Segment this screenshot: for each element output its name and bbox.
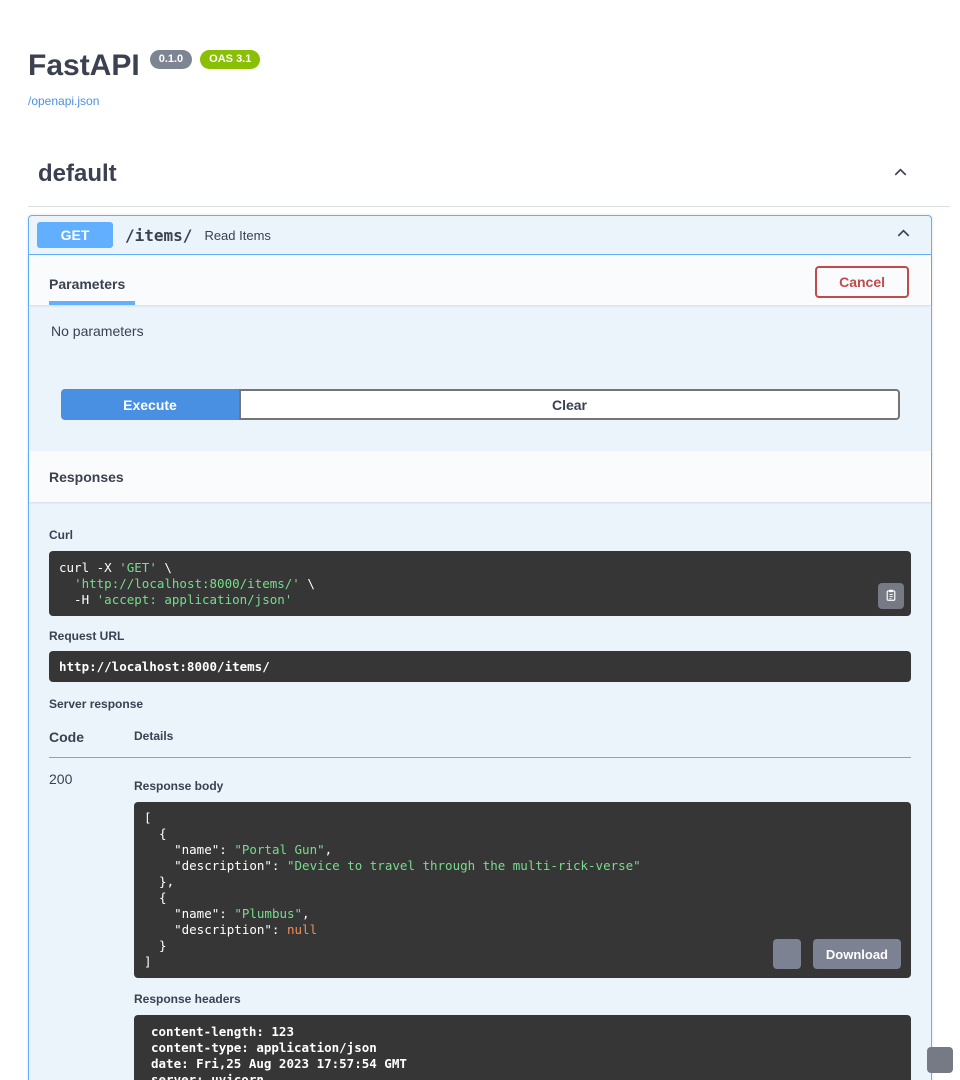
- copy-response-button[interactable]: [773, 939, 801, 969]
- responses-inner: Curl curl -X 'GET' \ 'http://localhost:8…: [29, 502, 931, 1080]
- code-column-header: Code: [49, 729, 134, 745]
- opblock-get-items: GET /items/ Read Items Parameters Cancel…: [28, 215, 932, 1080]
- curl-label: Curl: [49, 502, 911, 542]
- copy-curl-button[interactable]: [878, 583, 904, 609]
- status-code: 200: [49, 771, 134, 1080]
- curl-code-block: curl -X 'GET' \ 'http://localhost:8000/i…: [49, 551, 911, 616]
- tag-section-header[interactable]: default: [28, 160, 950, 207]
- tag-section-title: default: [38, 160, 117, 188]
- chevron-up-icon: [891, 163, 910, 185]
- response-table-header: Code Details: [49, 729, 911, 758]
- details-column-header: Details: [134, 729, 173, 745]
- swagger-ui-page: FastAPI 0.1.0 OAS 3.1 /openapi.json defa…: [0, 0, 960, 1080]
- response-body-block: [ { "name": "Portal Gun", "description":…: [134, 802, 911, 978]
- oas-badge: OAS 3.1: [200, 50, 260, 69]
- responses-section-header: Responses: [29, 451, 931, 502]
- response-details: Response body [ { "name": "Portal Gun", …: [134, 771, 911, 1080]
- api-info: FastAPI 0.1.0 OAS 3.1 /openapi.json: [0, 0, 960, 110]
- copy-curl-button[interactable]: [927, 1047, 953, 1073]
- opblock-summary[interactable]: GET /items/ Read Items: [29, 216, 931, 255]
- version-badge: 0.1.0: [150, 50, 192, 69]
- request-url-value: http://localhost:8000/items/: [49, 651, 911, 682]
- responses-header-label: Responses: [49, 469, 124, 485]
- response-headers-block: content-length: 123content-type: applica…: [134, 1015, 911, 1080]
- clear-button[interactable]: Clear: [239, 389, 900, 420]
- execute-row: Execute Clear: [61, 389, 900, 420]
- tab-parameters[interactable]: Parameters: [49, 261, 135, 305]
- badges: 0.1.0 OAS 3.1: [150, 50, 261, 69]
- download-button[interactable]: Download: [813, 939, 901, 969]
- response-body-label: Response body: [134, 779, 911, 793]
- response-body-actions: Download: [773, 939, 901, 969]
- request-url-label: Request URL: [49, 629, 911, 643]
- server-response-label: Server response: [49, 697, 911, 711]
- page-title: FastAPI: [28, 48, 140, 84]
- operation-summary: Read Items: [204, 228, 270, 243]
- method-get-button[interactable]: GET: [37, 222, 113, 248]
- opblock-collapse-button[interactable]: [892, 222, 915, 248]
- clipboard-icon: [884, 588, 898, 605]
- cancel-button[interactable]: Cancel: [815, 266, 909, 298]
- chevron-up-icon: [894, 224, 913, 246]
- operation-path: /items/: [125, 226, 192, 245]
- no-parameters-text: No parameters: [29, 305, 931, 339]
- response-headers-label: Response headers: [134, 992, 911, 1006]
- parameters-section-header: Parameters Cancel: [29, 255, 931, 305]
- live-response-row: 200 Response body [ { "name": "Portal Gu…: [49, 758, 911, 1080]
- openapi-spec-link[interactable]: /openapi.json: [28, 94, 99, 108]
- section-collapse-button[interactable]: [889, 161, 912, 187]
- execute-button[interactable]: Execute: [61, 389, 239, 420]
